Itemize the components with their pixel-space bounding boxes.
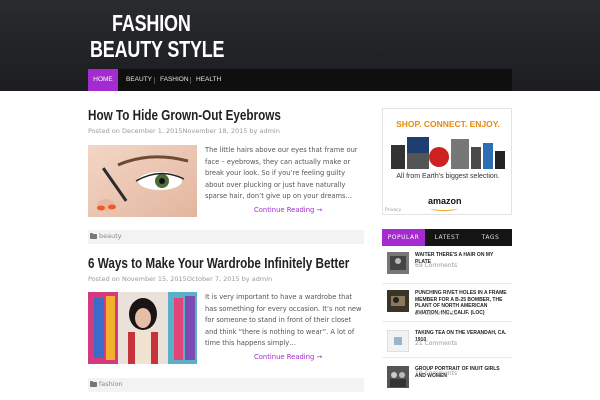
post-footer: fashion (88, 378, 364, 392)
ad-headline: SHOP. CONNECT. ENJOY. (396, 119, 500, 129)
nav-separator (190, 77, 191, 84)
ad-product-image (389, 133, 507, 171)
category-link[interactable]: beauty (99, 232, 122, 240)
post-title[interactable]: How To Hide Grown-Out Eyebrows (88, 107, 281, 124)
category-link[interactable]: fashion (99, 380, 123, 388)
popular-thumbnail (387, 290, 409, 312)
post-thumbnail-wardrobe[interactable] (88, 292, 197, 364)
nav-item-beauty[interactable]: BEAUTY (126, 69, 152, 91)
divider (382, 357, 512, 358)
post-meta: Posted on December 1, 2015November 18, 2… (88, 127, 280, 135)
popular-item[interactable]: Taking tea on the verandah, ca. 1910 21 … (382, 324, 512, 361)
tab-latest[interactable]: LATEST (425, 229, 469, 246)
site-title-line1[interactable]: FASHION (112, 10, 191, 37)
popular-item[interactable]: Group portrait of Inuit girls and women … (382, 360, 512, 397)
amazon-smile-icon (430, 206, 458, 211)
popular-item[interactable]: Punching rivet holes in a frame member f… (382, 284, 512, 321)
popular-thumbnail (387, 330, 409, 352)
amazon-ad-banner[interactable]: SHOP. CONNECT. ENJOY. All from Earth's b… (382, 108, 512, 215)
post-meta: Posted on November 15, 2015October 7, 20… (88, 275, 273, 283)
comment-count: 69 Comments (415, 262, 458, 269)
popular-posts-list: Waiter There's a Hair on My Plate 69 Com… (382, 246, 512, 400)
ad-privacy-link[interactable]: Privacy (385, 208, 401, 213)
nav-item-home[interactable]: HOME (88, 69, 118, 91)
post-thumbnail-eye[interactable] (88, 145, 197, 217)
continue-reading-link[interactable]: Continue Reading → (254, 206, 322, 214)
divider (382, 321, 512, 322)
post-excerpt: It is very important to have a wardrobe … (205, 293, 362, 347)
popular-thumbnail (387, 366, 409, 388)
ad-tagline: All from Earth's biggest selection. (396, 173, 500, 180)
post-title[interactable]: 6 Ways to Make Your Wardrobe Infinitely … (88, 255, 349, 272)
site-title-line2[interactable]: BEAUTY STYLE (90, 36, 225, 63)
popular-thumbnail (387, 252, 409, 274)
post-excerpt: The little hairs above our eyes that fra… (205, 146, 358, 200)
continue-reading-link[interactable]: Continue Reading → (254, 353, 322, 361)
tab-tags[interactable]: TAGS (469, 229, 512, 246)
amazon-logo: amazon (428, 196, 462, 206)
comment-count: 21 Comments (415, 340, 458, 347)
sidebar-tabs: POPULAR LATEST TAGS (382, 229, 512, 246)
nav-item-fashion[interactable]: FASHION (160, 69, 189, 91)
main-nav: HOME BEAUTY FASHION HEALTH (88, 69, 512, 91)
popular-item[interactable]: Waiter There's a Hair on My Plate 69 Com… (382, 246, 512, 283)
nav-item-health[interactable]: HEALTH (196, 69, 221, 91)
nav-separator (154, 77, 155, 84)
folder-icon (90, 380, 97, 387)
tab-popular[interactable]: POPULAR (382, 229, 425, 246)
folder-icon (90, 232, 97, 239)
comment-count: 19 Comments (415, 370, 458, 377)
post-footer: beauty (88, 230, 364, 244)
comment-count: 24 Comments (415, 310, 458, 317)
